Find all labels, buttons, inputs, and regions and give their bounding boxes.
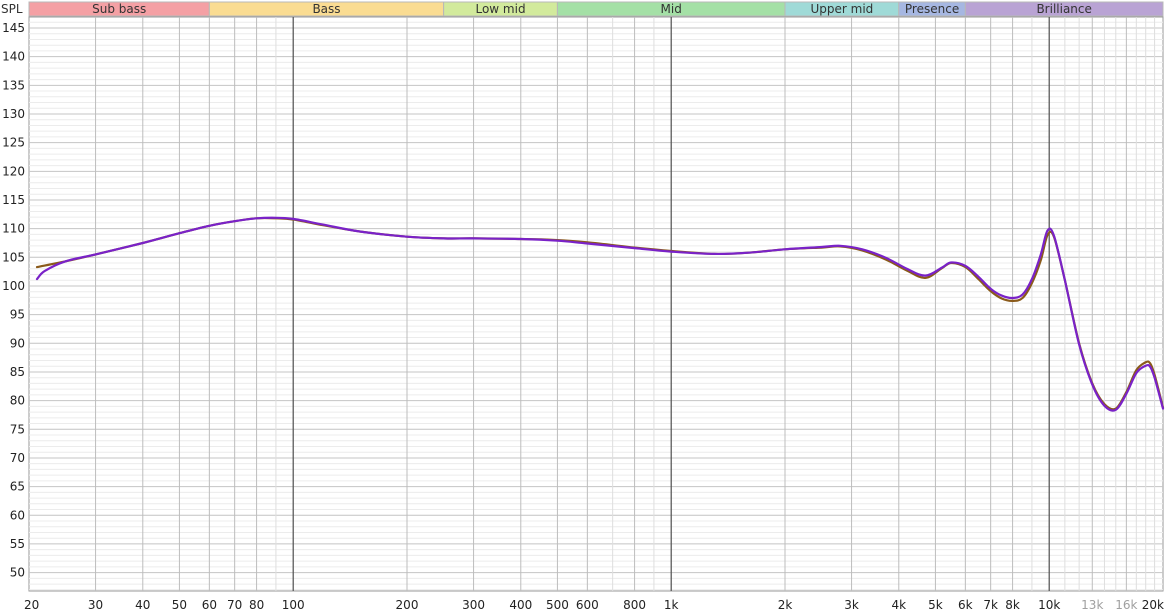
x-tick-label: 6k bbox=[958, 598, 973, 612]
y-tick-label: 100 bbox=[2, 279, 25, 293]
band-label: Brilliance bbox=[1036, 2, 1091, 16]
x-tick-label: 8k bbox=[1005, 598, 1020, 612]
x-tick-label: 4k bbox=[891, 598, 906, 612]
y-tick-label: 135 bbox=[2, 78, 25, 92]
y-tick-label: 145 bbox=[2, 21, 25, 35]
x-axis-ticks: 20 30 40 50 60 70 80 100 200 300 400 500 600 800 1k 2k 3… bbox=[24, 598, 1164, 612]
x-tick-label: 30 bbox=[88, 598, 103, 612]
y-tick-label: 120 bbox=[2, 164, 25, 178]
y-tick-label: 125 bbox=[2, 136, 25, 150]
x-tick-label: 50 bbox=[172, 598, 187, 612]
x-tick-label: 60 bbox=[202, 598, 217, 612]
x-tick-label: 10k bbox=[1038, 598, 1060, 612]
y-tick-label: 80 bbox=[10, 394, 25, 408]
x-tick-label: 100 bbox=[282, 598, 305, 612]
x-tick-label: 1k bbox=[664, 598, 679, 612]
y-axis-ticks: 145 140 135 130 125 120 115 110 105 100 95 90 85 80 75… bbox=[2, 21, 25, 580]
y-tick-label: 50 bbox=[10, 566, 25, 580]
y-tick-label: 110 bbox=[2, 222, 25, 236]
x-tick-label: 70 bbox=[227, 598, 242, 612]
band-label: Upper mid bbox=[810, 2, 873, 16]
y-tick-label: 70 bbox=[10, 451, 25, 465]
x-tick-label: 20k bbox=[1142, 598, 1164, 612]
y-tick-label: 65 bbox=[10, 480, 25, 494]
y-tick-label: 130 bbox=[2, 107, 25, 121]
x-tick-label: 200 bbox=[396, 598, 419, 612]
x-tick-label: 300 bbox=[462, 598, 485, 612]
band-label: Sub bass bbox=[92, 2, 146, 16]
y-axis-label: SPL bbox=[1, 2, 23, 16]
y-tick-label: 95 bbox=[10, 308, 25, 322]
x-tick-label: 500 bbox=[546, 598, 569, 612]
y-tick-label: 55 bbox=[10, 537, 25, 551]
x-tick-label: 16k bbox=[1115, 598, 1137, 612]
x-tick-label: 13k bbox=[1081, 598, 1103, 612]
y-tick-label: 105 bbox=[2, 250, 25, 264]
x-tick-label: 2k bbox=[778, 598, 793, 612]
band-label: Presence bbox=[905, 2, 959, 16]
x-tick-label: 400 bbox=[509, 598, 532, 612]
y-tick-label: 115 bbox=[2, 193, 25, 207]
x-tick-label: 3k bbox=[844, 598, 859, 612]
y-tick-label: 60 bbox=[10, 508, 25, 522]
band-label: Bass bbox=[312, 2, 340, 16]
y-tick-label: 140 bbox=[2, 50, 25, 64]
x-tick-label: 600 bbox=[576, 598, 599, 612]
y-tick-label: 85 bbox=[10, 365, 25, 379]
x-tick-label: 5k bbox=[928, 598, 943, 612]
x-tick-label: 40 bbox=[135, 598, 150, 612]
x-tick-label: 7k bbox=[983, 598, 998, 612]
x-tick-label: 80 bbox=[249, 598, 264, 612]
frequency-band-bar: Sub bass Bass Low mid Mid Upper mid Presence B… bbox=[28, 1, 1164, 17]
x-tick-label: 800 bbox=[623, 598, 646, 612]
x-tick-label: 20 bbox=[24, 598, 39, 612]
band-label: Mid bbox=[661, 2, 682, 16]
band-label: Low mid bbox=[475, 2, 525, 16]
y-tick-label: 90 bbox=[10, 336, 25, 350]
y-tick-label: 75 bbox=[10, 422, 25, 436]
plot-area bbox=[28, 16, 1164, 592]
frequency-response-chart: Sub bass Bass Low mid Mid Upper mid Presence B… bbox=[1, 1, 1165, 612]
